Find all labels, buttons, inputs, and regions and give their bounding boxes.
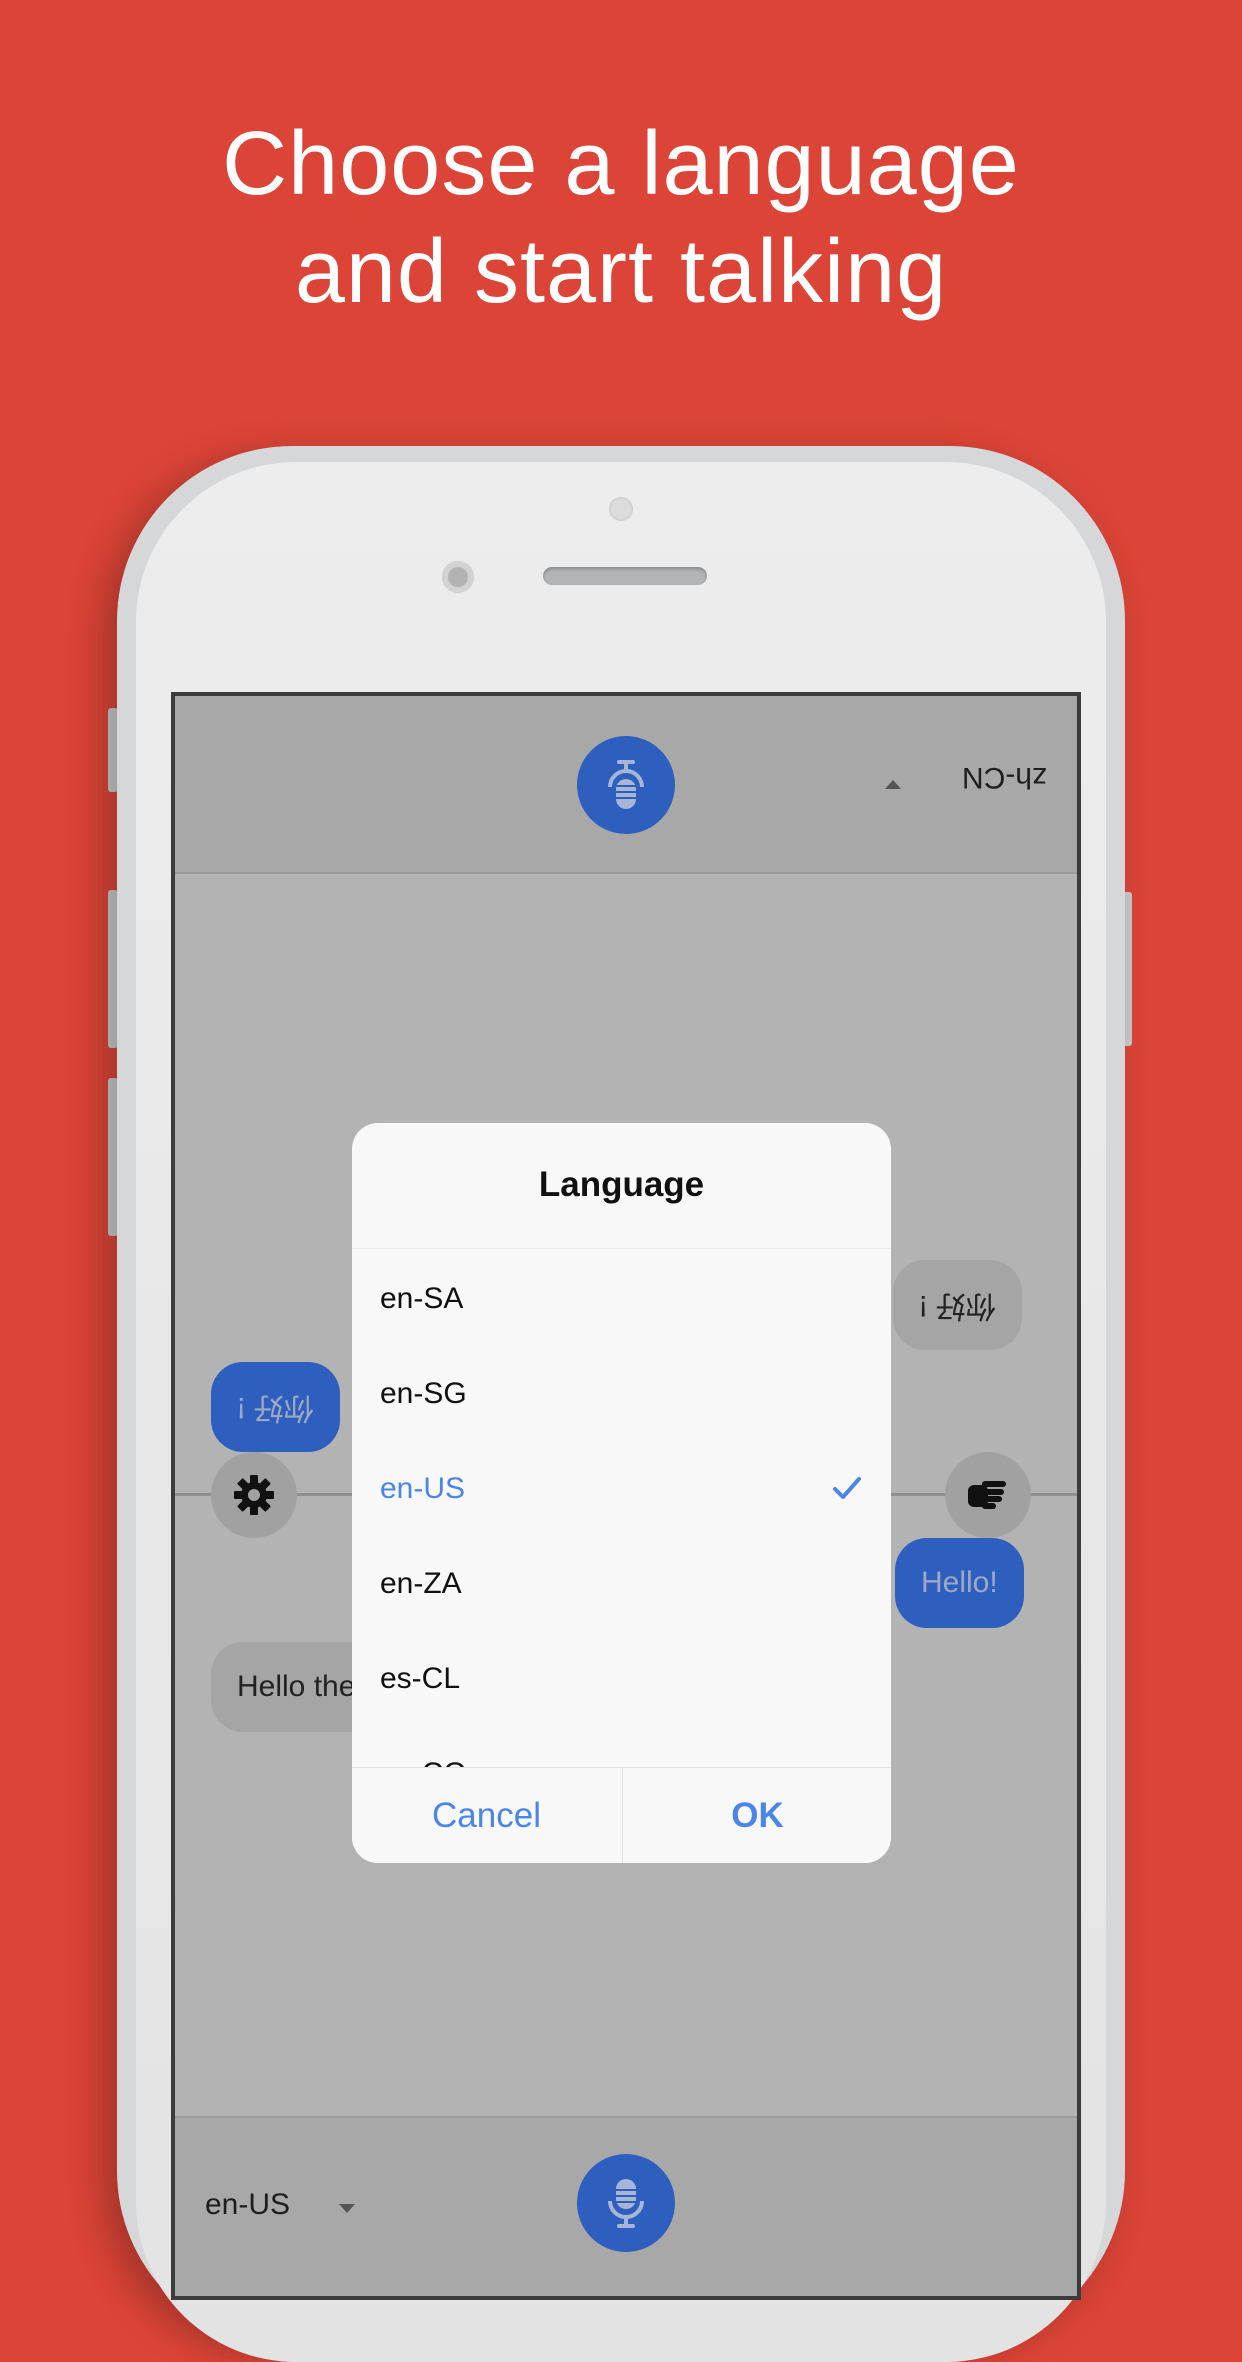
bottom-language-selector[interactable]: en-US: [205, 2188, 290, 2222]
dialog-divider: [352, 1248, 891, 1249]
headline-line-2: and start talking: [294, 222, 948, 322]
message-text: Hello!: [921, 1566, 998, 1599]
message-bubble-top-received: 你好 !: [893, 1260, 1022, 1350]
settings-button[interactable]: [211, 1452, 297, 1538]
front-camera: [442, 561, 474, 593]
proximity-sensor: [609, 497, 633, 521]
bottom-panel: en-US: [175, 2116, 1077, 2296]
cancel-button[interactable]: Cancel: [352, 1768, 621, 1863]
top-language-caret-icon: [885, 780, 901, 789]
language-option-selected[interactable]: en-US: [380, 1472, 465, 1506]
message-bubble-top-sent: 你好 !: [211, 1362, 340, 1452]
microphone-icon: [608, 760, 644, 809]
dialog-title: Language: [538, 1165, 705, 1204]
hand-pointing-icon: [968, 1481, 1006, 1509]
headline-line-1: Choose a language: [222, 114, 1020, 214]
top-panel: zh-CN: [175, 696, 1077, 874]
message-text: 你好 !: [919, 1289, 996, 1322]
bottom-language-caret-icon: [339, 2204, 355, 2213]
language-option[interactable]: es-CL: [380, 1662, 460, 1696]
top-language-selector[interactable]: zh-CN: [962, 760, 1047, 794]
language-option[interactable]: en-ZA: [380, 1567, 462, 1601]
top-mic-button[interactable]: [577, 736, 675, 834]
checkmark-icon: [833, 1477, 861, 1499]
hand-button[interactable]: [945, 1452, 1031, 1538]
dialog-footer: Cancel OK: [352, 1767, 891, 1863]
bottom-mic-button[interactable]: [577, 2154, 675, 2252]
earpiece-speaker: [543, 567, 707, 585]
language-option[interactable]: en-SG: [380, 1377, 467, 1411]
language-dialog: Language en-SA en-SG en-US en-ZA es-CL e…: [352, 1123, 891, 1863]
gear-icon: [234, 1475, 274, 1515]
language-option[interactable]: en-SA: [380, 1282, 463, 1316]
microphone-icon: [608, 2179, 644, 2228]
headline: Choose a language and start talking: [0, 110, 1242, 326]
message-text: 你好 !: [237, 1391, 314, 1424]
message-bubble-bottom-sent: Hello!: [895, 1538, 1024, 1628]
ok-button[interactable]: OK: [622, 1768, 891, 1863]
